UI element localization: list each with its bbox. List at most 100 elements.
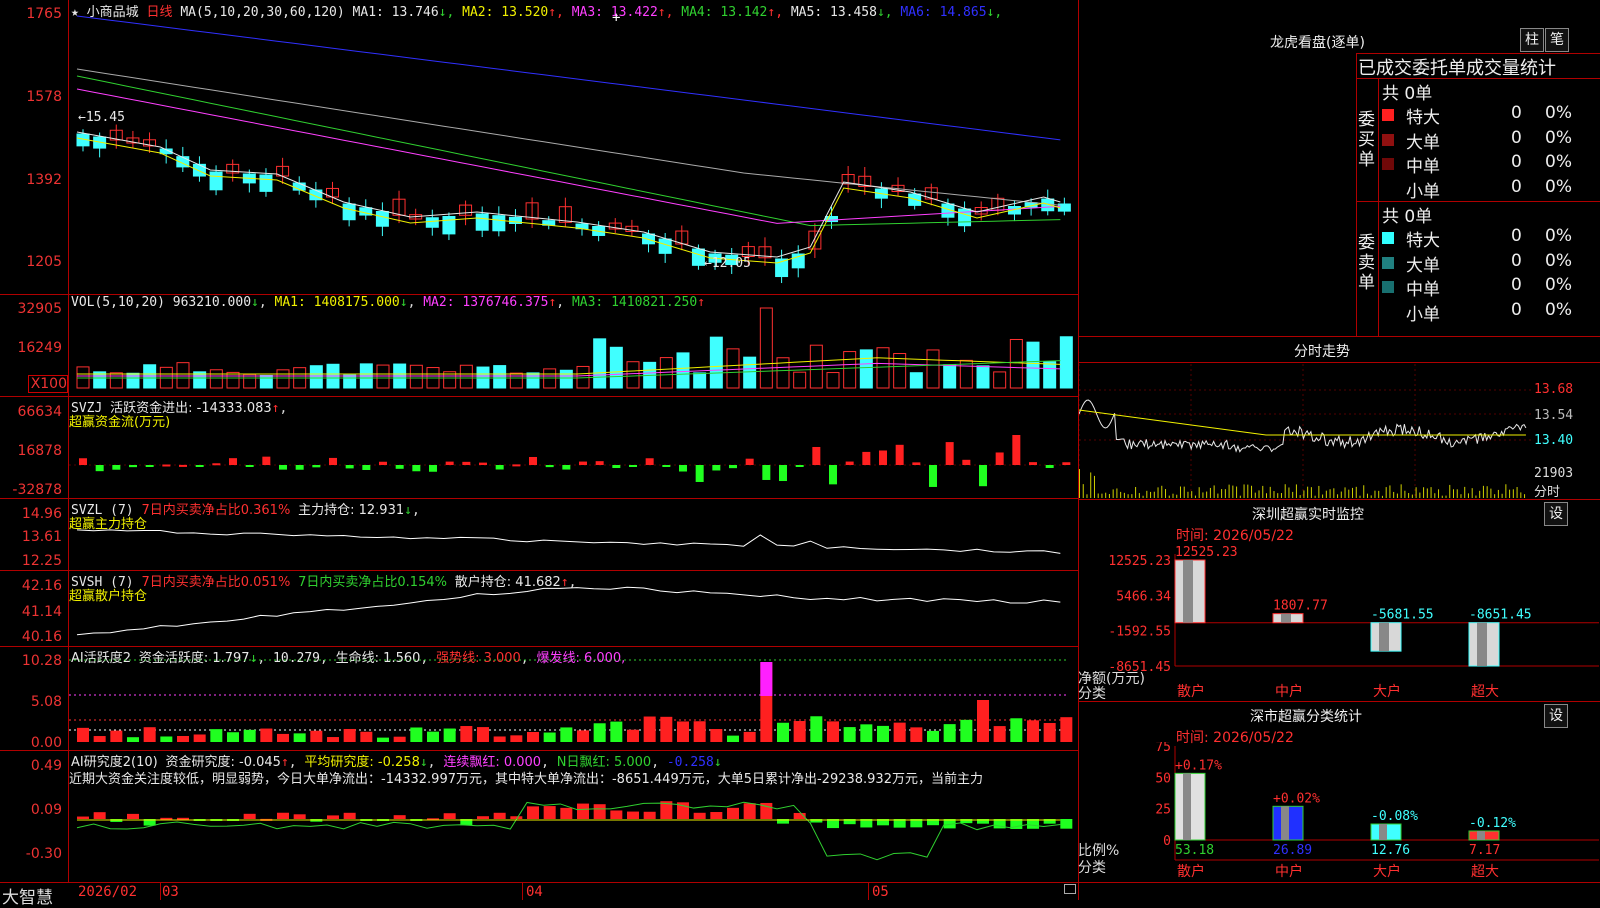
tick-mode-button[interactable]: 笔 [1545,28,1569,52]
intraday-vol-bar [1464,486,1466,498]
intraday-vol-bar [1456,489,1458,498]
intraday-vol-bar [1284,484,1286,498]
volume-bar [943,364,957,389]
intraday-vol-bar [1123,492,1125,498]
row-count: 0 [1511,299,1522,320]
svzl-chart[interactable] [69,500,1078,570]
intraday-vol-bar [1093,475,1095,498]
svzj-bar [1029,462,1037,465]
candlestick-chart[interactable] [69,14,1078,294]
ai1-chart[interactable] [69,648,1078,750]
candle-body [342,203,356,221]
intraday-vol-bar [1161,485,1163,498]
svzj-bar [862,451,871,465]
volume-chart[interactable] [69,296,1078,396]
intraday-vol-bar [1411,494,1413,498]
intraday-vol-bar [1366,493,1368,498]
classify-chart[interactable]: 75 50 25 0 +0.17% 53.18 散户 +0.02% 26.89 中户 -0.08% 1… [1079,742,1600,900]
ai2-bar [493,812,506,819]
classify-y-tick: 25 [1155,803,1171,818]
volume-bar [976,365,990,389]
ai2-bar [393,815,406,819]
low-mark-value: 12.05 [711,256,751,271]
intraday-vol-bar [1142,495,1144,498]
intraday-vol-bar [1116,488,1118,498]
ai2-chart[interactable] [69,786,1078,882]
svzj-bar [829,465,837,485]
row-pct: 0% [1545,250,1572,271]
intraday-chart[interactable] [1079,364,1532,498]
intraday-vol-bar [1329,489,1331,498]
stats-tab[interactable]: 已成交委托单成交量统计 [1358,54,1600,80]
svzj-bar [95,465,104,472]
intraday-vol-bar [1112,489,1114,498]
monitor-bar-shade [1379,622,1389,652]
volume-bar [693,372,707,389]
x-tick-3 [868,882,869,900]
ai1-bar [127,737,139,742]
ai2-y-1: 0.09 [30,802,62,818]
volume-bar [876,347,890,389]
ai2-bar [577,803,589,819]
row-pct: 0% [1545,226,1572,246]
svzj-bar [262,456,271,465]
ai2-bar [1060,819,1073,829]
intraday-vol-bar [1079,469,1080,498]
intraday-vol-bar [1494,494,1496,498]
intraday-vol-bar [1393,491,1395,498]
volume-bar [176,362,190,389]
classify-bar-shade [1281,806,1289,840]
svzj-bar [945,442,954,465]
intraday-vol-bar [1153,491,1155,498]
candle-body [691,248,705,266]
intraday-vol-bar [1460,494,1462,498]
svzj-bar [479,462,487,465]
svsh-chart[interactable] [69,572,1078,646]
ai1-bar [1060,717,1073,742]
ai1-bar [877,725,889,742]
ai1-bar [527,731,539,742]
monitor-settings-button[interactable]: 设 [1544,502,1568,526]
row-count: 0 [1511,127,1522,148]
svzj-bar [329,457,337,465]
svzj-bar [162,464,171,467]
svzj-bar [412,465,421,472]
classify-settings-button[interactable]: 设 [1544,704,1568,728]
ai2-bar [693,812,706,819]
ai2-bar [127,813,139,819]
volume-bar [709,336,723,389]
intraday-bottom-label: 分时 [1534,485,1561,500]
svsh-y-0: 42.16 [21,578,62,594]
monitor-chart[interactable]: 12525.23 5466.34 -1592.55 -8651.45 12525.23 散… [1079,540,1600,700]
svzj-bar [679,465,687,472]
intraday-vol-bar [1254,492,1256,498]
volume-bar [726,348,740,389]
intraday-y-1: 13.54 [1534,408,1574,423]
ai1-bar [560,727,573,742]
bar-mode-button[interactable]: 柱 [1520,28,1544,52]
ai2-y-2: -0.30 [25,846,62,862]
main-y-3: 1205 [26,254,62,270]
intraday-vol-bar [1467,493,1469,498]
svzj-chart[interactable] [69,398,1078,498]
svzj-bar [812,446,821,465]
svzj-bar [212,463,221,466]
intraday-vol-bar [1314,495,1316,498]
classify-value-label: 53.18 [1175,843,1214,858]
row-name: 中单 [1406,157,1440,177]
ai2-bar [277,812,289,819]
intraday-vol-bar [1310,487,1312,498]
intraday-vol-bar [1441,495,1443,498]
x-label-2: 04 [526,884,543,900]
ma5-line [76,68,1061,206]
ai2-comment: 近期大资金关注度较低，明显弱势，今日大单净流出：-14332.997万元，其中特… [69,772,983,787]
intraday-vol-bar [1374,490,1376,498]
ai1-y-2: 0.00 [30,735,62,751]
row-count: 0 [1511,250,1522,271]
row-pct: 0% [1545,103,1572,123]
intraday-vol-bar [1307,486,1309,498]
volume-bar [909,372,923,389]
svzj-bar [845,461,854,465]
intraday-y-2: 13.40 [1534,433,1574,448]
intraday-vol-bar [1101,493,1103,498]
